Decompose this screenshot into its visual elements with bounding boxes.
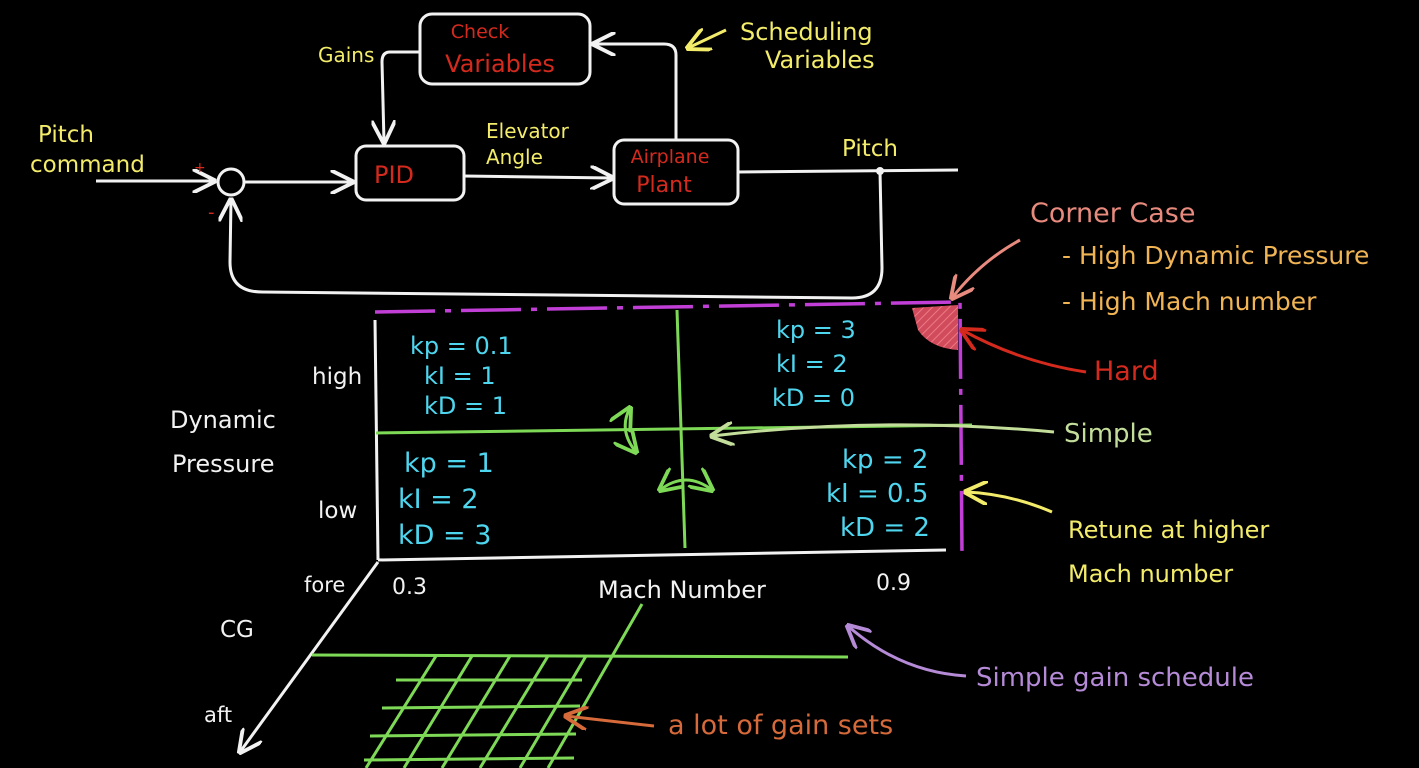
scheduling-line: [594, 44, 678, 140]
cell-kp: kp = 2: [842, 445, 928, 475]
mesh-line: [478, 655, 550, 768]
retune-label-2: Mach number: [1068, 560, 1233, 588]
gains-line: [382, 50, 420, 142]
horizontal-axis: [377, 548, 947, 562]
pitch-output-label: Pitch: [842, 136, 898, 162]
minus-sign: -: [208, 202, 215, 223]
feedback-line: [230, 170, 884, 300]
cell-low-high-mach: kp = 2 kI = 0.5 kD = 2: [826, 445, 930, 543]
hard-label: Hard: [1094, 356, 1159, 387]
corner-case-item-1: - High Dynamic Pressure: [1062, 241, 1369, 270]
mesh-line: [440, 655, 512, 768]
cell-kd: kD = 0: [772, 384, 855, 412]
cell-kd: kD = 3: [398, 520, 491, 551]
simple-schedule-arrow: [848, 626, 967, 678]
cell-ki: kI = 0.5: [826, 479, 928, 509]
plant-label-2: Plant: [636, 173, 692, 198]
lot-of-sets-label: a lot of gain sets: [668, 710, 893, 741]
elevator-label-1: Elevator: [486, 119, 570, 143]
pitch-command-label-2: command: [30, 152, 145, 178]
scheduling-label-2: Variables: [765, 46, 875, 74]
mesh-line: [402, 655, 474, 768]
vertical-axis: [373, 319, 380, 561]
cell-ki: kI = 2: [776, 350, 848, 378]
mesh-line: [369, 732, 577, 738]
cell-low-low-mach: kp = 1 kI = 2 kD = 3: [398, 448, 494, 551]
x-min-label: 0.3: [392, 575, 427, 600]
cell-high-high-mach: kp = 3 kI = 2 kD = 0: [772, 316, 856, 412]
cell-kd: kD = 2: [840, 513, 930, 543]
x-axis-label: Mach Number: [598, 576, 766, 604]
y-axis-label-2: Pressure: [172, 450, 274, 478]
output-line: [737, 168, 959, 174]
plus-sign: +: [194, 160, 206, 176]
scheduling-arrow: [688, 30, 727, 48]
simple-label: Simple: [1064, 419, 1153, 449]
gain-schedule-diagram: Check Variables Gains Scheduling Variabl…: [30, 12, 1369, 768]
y-axis-label-1: Dynamic: [170, 406, 276, 434]
cg-schedule-line: [311, 653, 849, 659]
scheduling-label-1: Scheduling: [740, 18, 873, 46]
plant-label-1: Airplane: [631, 146, 710, 168]
corner-case-label: Corner Case: [1030, 198, 1195, 229]
check-variables-label-1: Check: [451, 21, 509, 43]
mesh-line: [518, 655, 588, 768]
high-label: high: [312, 364, 362, 390]
cell-high-low-mach: kp = 0.1 kI = 1 kD = 1: [410, 332, 513, 420]
aft-label: aft: [204, 703, 232, 727]
cell-ki: kI = 1: [424, 362, 496, 390]
cell-kp: kp = 1: [404, 448, 494, 479]
cg-gain-mesh: [311, 603, 849, 768]
cg-label: CG: [220, 617, 254, 643]
gains-label: Gains: [318, 43, 374, 67]
elevator-label-2: Angle: [486, 145, 543, 169]
mesh-line: [363, 756, 575, 762]
low-label: low: [318, 498, 357, 524]
lot-of-sets-arrow: [566, 716, 655, 726]
cell-kd: kD = 1: [424, 392, 507, 420]
corner-hatch: [912, 305, 958, 350]
mesh-line: [364, 655, 438, 768]
divider-move-arrow-horizontal: [660, 480, 712, 490]
summing-junction: [216, 167, 246, 197]
retune-label-1: Retune at higher: [1068, 516, 1269, 544]
annotations: Corner Case - High Dynamic Pressure - Hi…: [566, 198, 1369, 741]
mach-projection-line: [546, 603, 644, 768]
retune-arrow: [966, 492, 1053, 514]
pid-label: PID: [374, 161, 414, 189]
fore-label: fore: [304, 573, 345, 597]
simple-schedule-label: Simple gain schedule: [976, 663, 1254, 693]
cell-ki: kI = 2: [398, 484, 479, 515]
check-variables-label-2: Variables: [445, 50, 555, 78]
gain-schedule: Dynamic Pressure high low fore CG aft 0.…: [170, 300, 973, 768]
cell-kp: kp = 0.1: [410, 332, 513, 360]
corner-case-arrow: [952, 238, 1021, 298]
pid-to-plant-line: [463, 176, 612, 178]
x-max-label: 0.9: [876, 571, 911, 596]
pitch-command-label-1: Pitch: [38, 122, 94, 148]
cell-kp: kp = 3: [776, 316, 856, 344]
corner-case-item-2: - High Mach number: [1062, 287, 1317, 316]
control-loop: Check Variables Gains Scheduling Variabl…: [30, 12, 959, 300]
hard-arrow: [962, 330, 1087, 374]
